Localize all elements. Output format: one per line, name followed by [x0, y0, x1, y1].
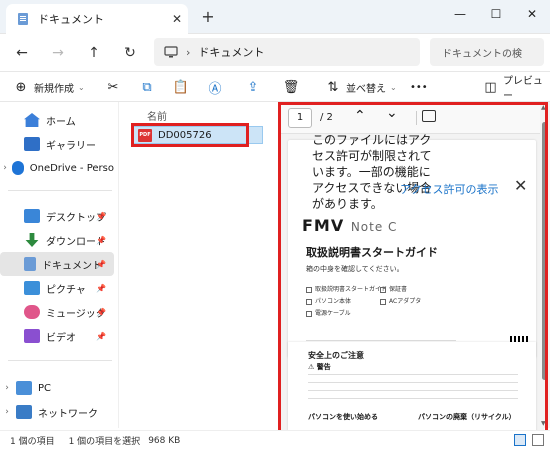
- documents-icon: [24, 257, 36, 271]
- chevron-right-icon[interactable]: ›: [0, 163, 10, 173]
- chevron-right-icon[interactable]: ›: [0, 383, 14, 393]
- tab-close-button[interactable]: ✕: [166, 12, 188, 26]
- command-bar: ⊕ 新規作成 ⌄ ✂ ⧉ 📋 Ⓐ ⇪ 🗑 ⇅ 並べ替え ⌄ ••• ◫ プレビュ…: [0, 72, 550, 102]
- sidebar-item-label: PC: [38, 382, 52, 394]
- tab-documents[interactable]: ドキュメント ✕: [6, 4, 188, 34]
- sort-button[interactable]: ⇅ 並べ替え ⌄: [324, 72, 397, 102]
- share-icon: ⇪: [247, 79, 259, 95]
- pictures-icon: [24, 281, 40, 295]
- copy-button[interactable]: ⧉: [138, 72, 156, 102]
- video-icon: [24, 329, 40, 343]
- file-list: 名前 PDF DD005726: [118, 102, 280, 428]
- search-input[interactable]: ドキュメントの検: [430, 38, 544, 66]
- status-item-count: 1 個の項目: [10, 437, 55, 447]
- breadcrumb-documents[interactable]: ドキュメント: [198, 44, 264, 60]
- desktop-icon: [24, 209, 40, 223]
- navigation-bar: ← → ↑ ↻ › ドキュメント ドキュメントの検: [0, 34, 550, 72]
- up-button[interactable]: ↑: [82, 40, 106, 66]
- sidebar-item-documents[interactable]: ドキュメント 📌: [0, 252, 114, 276]
- sidebar-item-downloads[interactable]: ダウンロード 📌: [0, 228, 114, 252]
- new-tab-button[interactable]: +: [198, 7, 218, 27]
- chevron-right-icon[interactable]: ›: [0, 407, 14, 417]
- paste-icon: 📋: [172, 79, 190, 95]
- sidebar-item-onedrive[interactable]: › OneDrive - Perso: [0, 156, 114, 180]
- preview-pane-icon: ◫: [484, 79, 497, 95]
- sidebar-item-label: ドキュメント: [42, 260, 102, 272]
- delete-button[interactable]: 🗑: [282, 72, 300, 102]
- minimize-button[interactable]: —: [442, 0, 478, 30]
- sidebar-item-music[interactable]: ミュージック 📌: [0, 300, 114, 324]
- sidebar-item-label: ホーム: [46, 116, 76, 128]
- sidebar-item-home[interactable]: ホーム: [0, 108, 114, 132]
- maximize-button[interactable]: ☐: [478, 0, 514, 30]
- sidebar-item-pictures[interactable]: ピクチャ 📌: [0, 276, 114, 300]
- scissors-icon: ✂: [107, 79, 119, 95]
- sidebar-divider: [8, 360, 112, 361]
- home-icon: [24, 113, 40, 127]
- download-icon: [25, 233, 39, 247]
- sidebar-item-gallery[interactable]: ギャラリー: [0, 132, 114, 156]
- sidebar-item-label: ギャラリー: [46, 140, 96, 152]
- details-view-icon[interactable]: [514, 434, 526, 446]
- cut-button[interactable]: ✂: [104, 72, 122, 102]
- document-folder-icon: [18, 13, 28, 25]
- gallery-icon: [24, 137, 40, 151]
- sort-icon: ⇅: [327, 79, 339, 95]
- forward-button[interactable]: →: [46, 40, 70, 66]
- sidebar-item-label: ビデオ: [46, 332, 76, 344]
- share-button[interactable]: ⇪: [244, 72, 262, 102]
- monitor-icon: [164, 46, 178, 58]
- chevron-down-icon: ⌄: [78, 82, 85, 92]
- rename-button[interactable]: Ⓐ: [206, 72, 224, 102]
- sidebar-item-network[interactable]: › ネットワーク: [0, 400, 114, 424]
- sidebar-item-label: ピクチャ: [46, 284, 86, 296]
- column-header-name[interactable]: 名前: [147, 108, 167, 123]
- status-selected: 1 個の項目を選択: [68, 437, 141, 447]
- pin-icon: 📌: [96, 259, 106, 269]
- music-icon: [24, 305, 40, 319]
- search-placeholder: ドキュメントの検: [442, 48, 522, 60]
- sidebar-divider: [8, 190, 112, 191]
- sort-label: 並べ替え: [346, 83, 386, 95]
- sidebar-item-videos[interactable]: ビデオ 📌: [0, 324, 114, 348]
- large-icons-view-icon[interactable]: [532, 434, 544, 446]
- preview-label: プレビュー: [502, 76, 543, 102]
- plus-circle-icon: ⊕: [15, 79, 27, 95]
- pin-icon: 📌: [96, 307, 106, 317]
- address-bar[interactable]: › ドキュメント: [154, 38, 420, 66]
- sidebar-item-label: ネットワーク: [38, 408, 98, 420]
- network-icon: [16, 405, 32, 419]
- refresh-button[interactable]: ↻: [118, 40, 142, 66]
- status-size: 968 KB: [148, 435, 181, 446]
- sidebar-item-pc[interactable]: › PC: [0, 376, 114, 400]
- sidebar-item-label: OneDrive - Perso: [29, 162, 114, 174]
- pin-icon: 📌: [96, 211, 106, 221]
- paste-button[interactable]: 📋: [172, 72, 190, 102]
- breadcrumb-separator: ›: [186, 45, 191, 59]
- navigation-pane: ホーム ギャラリー › OneDrive - Perso デスクトップ 📌 ダウ…: [0, 102, 118, 428]
- chevron-down-icon: ⌄: [390, 82, 397, 92]
- trash-icon: 🗑: [282, 79, 300, 95]
- tab-title: ドキュメント: [38, 13, 104, 26]
- preview-pane-button[interactable]: ◫ プレビュー: [482, 72, 550, 102]
- copy-icon: ⧉: [142, 79, 152, 95]
- cloud-icon: [12, 161, 24, 175]
- sidebar-item-desktop[interactable]: デスクトップ 📌: [0, 204, 114, 228]
- back-button[interactable]: ←: [10, 40, 34, 66]
- new-label: 新規作成: [34, 83, 74, 95]
- pin-icon: 📌: [96, 331, 106, 341]
- title-bar: ドキュメント ✕ + — ☐ ✕: [0, 0, 550, 34]
- close-window-button[interactable]: ✕: [514, 0, 550, 30]
- new-button[interactable]: ⊕ 新規作成 ⌄: [12, 72, 85, 102]
- pin-icon: 📌: [96, 235, 106, 245]
- more-button[interactable]: •••: [410, 72, 428, 102]
- highlight-box-file: [131, 123, 249, 147]
- pc-icon: [16, 381, 32, 395]
- status-bar: 1 個の項目 1 個の項目を選択 968 KB: [0, 430, 550, 450]
- pin-icon: 📌: [96, 283, 106, 293]
- rename-icon: Ⓐ: [208, 81, 222, 97]
- highlight-box-preview: [278, 102, 548, 434]
